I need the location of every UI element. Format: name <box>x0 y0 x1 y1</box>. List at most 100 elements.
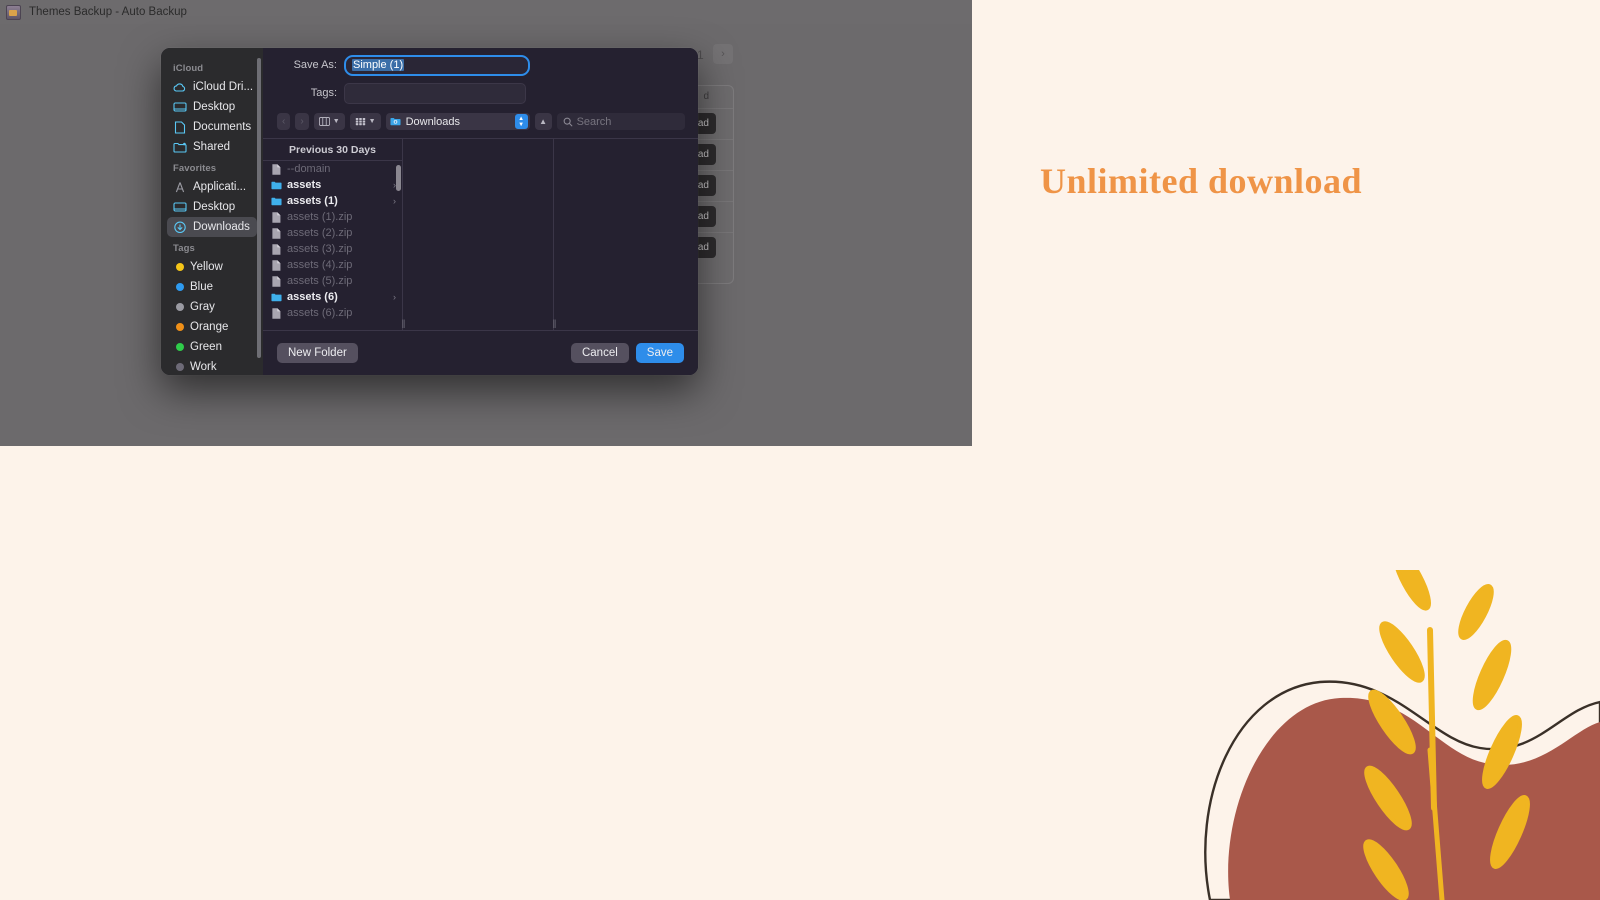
file-list-scrollbar[interactable] <box>396 165 401 191</box>
chevron-down-icon: ▼ <box>332 118 340 125</box>
sidebar-item-icloud-dri[interactable]: iCloud Dri... <box>167 77 257 97</box>
file-name: assets (2).zip <box>287 227 353 239</box>
file-name: assets (5).zip <box>287 275 353 287</box>
sidebar-item-yellow[interactable]: Yellow <box>167 257 257 277</box>
chevron-right-icon: › <box>393 196 396 206</box>
forward-button[interactable]: › <box>295 113 309 130</box>
save-button[interactable]: Save <box>635 343 684 363</box>
sidebar-scrollbar[interactable] <box>257 58 261 358</box>
search-placeholder: Search <box>576 115 612 128</box>
file-name: assets (6) <box>287 291 338 303</box>
window-title: Themes Backup - Auto Backup <box>29 6 187 18</box>
chevron-right-icon: › <box>393 292 396 302</box>
file-name: assets <box>287 179 322 191</box>
sidebar-item-shared[interactable]: Shared <box>167 137 257 157</box>
save-as-input[interactable]: Simple (1) <box>344 54 530 76</box>
pagination-next-icon[interactable]: › <box>713 44 733 64</box>
location-dropdown[interactable]: Downloads ▲ ▼ <box>385 113 530 130</box>
dialog-toolbar: ‹ › ▼ ▼ Downloads ▲ ▼ ▲ Search <box>263 104 698 138</box>
sidebar-item-label: Desktop <box>193 201 236 213</box>
sidebar-item-label: iCloud Dri... <box>193 81 254 93</box>
sidebar-section-header: Tags <box>173 243 195 254</box>
save-file-dialog: iCloud iCloud Dri... Desktop Documents Share… <box>161 48 698 375</box>
file-icon <box>272 163 281 175</box>
folder-downloads-icon <box>390 118 401 126</box>
sidebar-item-label: Orange <box>190 321 229 333</box>
file-list-item[interactable]: --domain <box>263 161 402 177</box>
file-list-item[interactable]: assets (6).zip <box>263 305 402 321</box>
file-list-item[interactable]: assets › <box>263 177 402 193</box>
location-name: Downloads <box>405 115 460 128</box>
dialog-sidebar: iCloud iCloud Dri... Desktop Documents Share… <box>161 48 263 375</box>
folder-icon <box>271 181 282 189</box>
desktop-icon <box>173 201 187 212</box>
file-list-item[interactable]: assets (3).zip <box>263 241 402 257</box>
folder-icon <box>271 197 282 205</box>
shared-folder-icon <box>173 142 187 153</box>
file-list-column: Previous 30 Days --domain assets › assets (… <box>263 139 403 330</box>
downloads-icon <box>174 221 186 233</box>
save-as-label: Save As: <box>293 59 337 71</box>
file-icon <box>272 307 281 319</box>
file-browser-columns: Previous 30 Days --domain assets › assets (… <box>263 138 698 330</box>
sidebar-item-documents[interactable]: Documents <box>167 117 257 137</box>
desktop-icon <box>173 101 187 112</box>
sidebar-item-applicati[interactable]: Applicati... <box>167 177 257 197</box>
search-input[interactable]: Search <box>556 113 685 130</box>
view-mode-button[interactable]: ▼ <box>313 113 345 130</box>
file-list-item[interactable]: assets (1).zip <box>263 209 402 225</box>
sidebar-item-green[interactable]: Green <box>167 337 257 357</box>
sidebar-item-downloads[interactable]: Downloads <box>167 217 257 237</box>
sidebar-section-header: Favorites <box>173 163 217 174</box>
browser-window: Themes Backup - Auto Backup 1 › d ad ad … <box>0 0 972 446</box>
search-icon <box>563 117 572 126</box>
file-icon <box>272 259 281 271</box>
applications-icon <box>175 181 185 192</box>
sidebar-section-header: iCloud <box>173 63 204 74</box>
file-list-item[interactable]: assets (2).zip <box>263 225 402 241</box>
save-as-row: Save As: Simple (1) <box>263 54 698 76</box>
file-list-item[interactable]: assets (5).zip <box>263 273 402 289</box>
column-view-icon <box>318 117 330 126</box>
file-name: --domain <box>287 163 331 175</box>
tags-input[interactable] <box>344 82 526 104</box>
save-as-value: Simple (1) <box>352 59 405 71</box>
sidebar-item-blue[interactable]: Blue <box>167 277 257 297</box>
tag-dot-icon <box>176 283 184 291</box>
sidebar-item-gray[interactable]: Gray <box>167 297 257 317</box>
pagination-current-page[interactable]: 1 <box>697 48 704 62</box>
file-name: assets (1) <box>287 195 338 207</box>
preview-column-2: || <box>402 139 554 330</box>
file-list-item[interactable]: assets (1) › <box>263 193 402 209</box>
stepper-up-down-icon[interactable]: ▲ ▼ <box>514 114 528 129</box>
new-folder-button[interactable]: New Folder <box>277 343 358 363</box>
sidebar-item-label: Yellow <box>190 261 223 273</box>
file-list-item[interactable]: assets (6) › <box>263 289 402 305</box>
document-icon <box>174 120 186 134</box>
page-headline: Unlimited download <box>1040 161 1363 201</box>
sidebar-item-desktop[interactable]: Desktop <box>167 97 257 117</box>
sidebar-item-desktop[interactable]: Desktop <box>167 197 257 217</box>
column-resize-handle[interactable]: || <box>398 319 408 328</box>
file-name: assets (3).zip <box>287 243 353 255</box>
cancel-button[interactable]: Cancel <box>570 343 629 363</box>
sidebar-item-label: Gray <box>190 301 215 313</box>
file-list-item[interactable]: assets (4).zip <box>263 257 402 273</box>
window-titlebar: Themes Backup - Auto Backup <box>0 0 972 24</box>
go-up-button[interactable]: ▲ <box>534 113 552 130</box>
tag-dot-icon <box>176 323 184 331</box>
dialog-footer: New Folder Cancel Save <box>263 330 698 375</box>
back-button[interactable]: ‹ <box>277 113 291 130</box>
tag-dot-icon <box>176 263 184 271</box>
icloud-icon <box>173 82 186 92</box>
dialog-main-pane: Save As: Simple (1) Tags: ‹ › ▼ ▼ Downlo… <box>263 48 698 375</box>
group-by-button[interactable]: ▼ <box>349 113 381 130</box>
tags-row: Tags: <box>263 82 698 104</box>
column-resize-handle[interactable]: || <box>549 319 559 328</box>
sidebar-item-label: Documents <box>193 121 252 133</box>
sidebar-item-work[interactable]: Work <box>167 357 257 375</box>
preview-column-3: || <box>553 139 698 330</box>
file-name: assets (6).zip <box>287 307 353 319</box>
sidebar-item-orange[interactable]: Orange <box>167 317 257 337</box>
file-name: assets (1).zip <box>287 211 353 223</box>
